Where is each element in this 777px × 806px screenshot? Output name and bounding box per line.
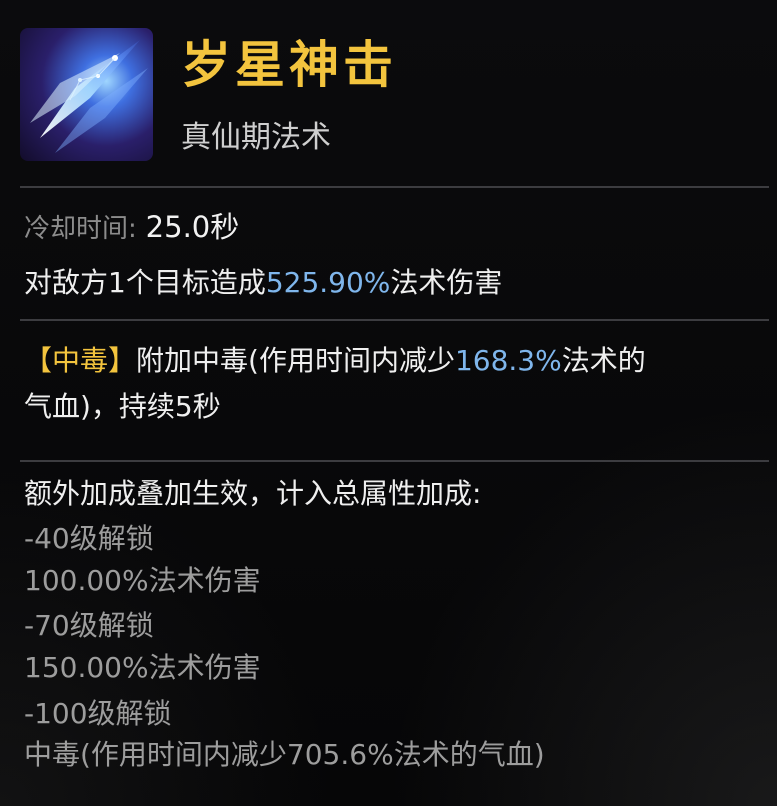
bonus-header: 额外加成叠加生效，计入总属性加成: bbox=[24, 477, 482, 510]
damage-description: 对敌方1个目标造成525.90%法术伤害 bbox=[24, 263, 502, 303]
cooldown-row: 冷却时间: 25.0秒 bbox=[24, 207, 239, 249]
divider bbox=[20, 186, 769, 188]
poison-text-c: 气血)，持续5秒 bbox=[24, 390, 221, 423]
cooldown-label: 冷却时间: bbox=[24, 214, 137, 244]
poison-effect-line2: 气血)，持续5秒 bbox=[24, 387, 221, 427]
poison-text-a: 附加中毒(作用时间内减少 bbox=[136, 344, 455, 377]
crystal-strike-icon bbox=[20, 28, 153, 161]
damage-prefix: 对敌方1个目标造成 bbox=[24, 266, 266, 299]
divider bbox=[20, 319, 769, 321]
bonus-item: -100级解锁 bbox=[24, 697, 172, 730]
poison-effect-line1: 【中毒】附加中毒(作用时间内减少168.3%法术的 bbox=[24, 341, 646, 381]
bonus-item: 中毒(作用时间内减少705.6%法术的气血) bbox=[24, 738, 545, 771]
bonus-item: 100.00%法术伤害 bbox=[24, 564, 261, 597]
divider bbox=[20, 460, 769, 462]
skill-subtitle: 真仙期法术 bbox=[181, 120, 331, 155]
poison-text-b: 法术的 bbox=[561, 344, 646, 377]
bonus-item: -40级解锁 bbox=[24, 522, 154, 555]
skill-title: 岁星神击 bbox=[181, 36, 397, 94]
skill-tooltip: 岁星神击 真仙期法术 冷却时间: 25.0秒 对敌方1个目标造成525.90%法… bbox=[0, 0, 777, 806]
bonus-item: -70级解锁 bbox=[24, 609, 154, 642]
cooldown-value: 25.0秒 bbox=[145, 210, 240, 244]
bonus-item: 150.00%法术伤害 bbox=[24, 651, 261, 684]
poison-value: 168.3% bbox=[454, 344, 562, 377]
poison-tag: 【中毒】 bbox=[24, 344, 137, 377]
damage-value: 525.90% bbox=[265, 266, 391, 299]
damage-suffix: 法术伤害 bbox=[390, 266, 503, 299]
